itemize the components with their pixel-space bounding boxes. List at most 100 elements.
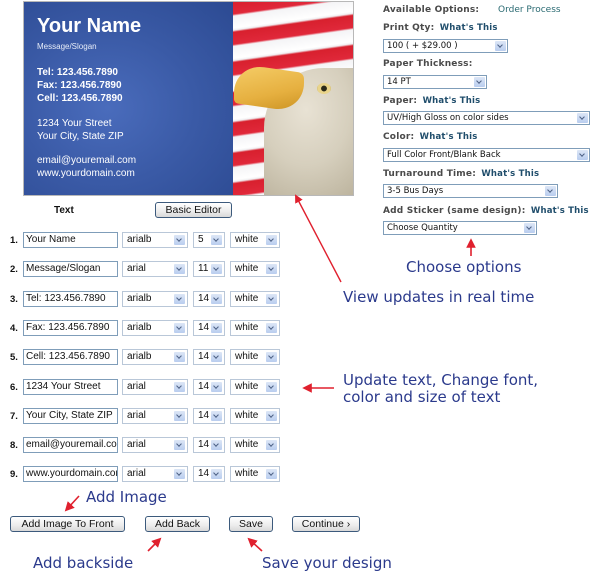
chevron-down-icon <box>266 440 277 450</box>
chevron-down-icon <box>211 294 222 304</box>
size-select[interactable]: 14 <box>193 320 225 336</box>
size-select[interactable]: 14 <box>193 379 225 395</box>
arrow-view-updates <box>295 194 342 283</box>
size-select[interactable]: 5 <box>193 232 225 248</box>
font-select[interactable]: arialb <box>122 349 188 365</box>
card-name: Your Name <box>37 15 142 37</box>
order-process-link[interactable]: Order Process <box>498 5 561 15</box>
color-select[interactable]: white <box>230 437 280 453</box>
chevron-down-icon <box>211 411 222 421</box>
row-number: 3. <box>10 294 18 305</box>
sticker-label: Add Sticker (same design): What's This <box>383 206 589 216</box>
arrow-add-image <box>64 495 80 512</box>
size-select[interactable]: 11 <box>193 261 225 277</box>
row-number: 1. <box>10 235 18 246</box>
row-number: 4. <box>10 323 18 334</box>
text-line-input[interactable]: Cell: 123.456.7890 <box>23 349 118 365</box>
font-select[interactable]: arial <box>122 437 188 453</box>
add-back-button[interactable]: Add Back <box>145 516 210 532</box>
turnaround-select[interactable]: 3-5 Bus Days <box>383 184 558 198</box>
font-select[interactable]: arialb <box>122 320 188 336</box>
chevron-down-icon <box>524 223 535 233</box>
size-select[interactable]: 14 <box>193 466 225 482</box>
row-number: 7. <box>10 411 18 422</box>
text-line-input[interactable]: Your City, State ZIP <box>23 408 118 424</box>
size-select[interactable]: 14 <box>193 291 225 307</box>
whats-this-link[interactable]: What's This <box>423 96 481 106</box>
annotation-view-updates: View updates in real time <box>343 288 535 306</box>
chevron-down-icon <box>174 382 185 392</box>
font-select[interactable]: arial <box>122 261 188 277</box>
sticker-select[interactable]: Choose Quantity <box>383 221 537 235</box>
chevron-down-icon <box>174 294 185 304</box>
size-select[interactable]: 14 <box>193 408 225 424</box>
card-slogan: Message/Slogan <box>37 42 97 51</box>
chevron-down-icon <box>577 150 588 160</box>
print-qty-label: Print Qty: What's This <box>383 23 498 33</box>
chevron-down-icon <box>174 440 185 450</box>
available-options-title: Available Options: <box>383 5 480 15</box>
paper-select[interactable]: UV/High Gloss on color sides <box>383 111 590 125</box>
chevron-down-icon <box>211 440 222 450</box>
paper-thickness-select[interactable]: 14 PT <box>383 75 487 89</box>
text-column-header: Text <box>54 205 74 216</box>
chevron-down-icon <box>211 352 222 362</box>
chevron-down-icon <box>211 323 222 333</box>
font-select[interactable]: arial <box>122 466 188 482</box>
card-fax: Fax: 123.456.7890 <box>37 80 122 91</box>
chevron-down-icon <box>266 294 277 304</box>
paper-thickness-label: Paper Thickness: <box>383 59 473 69</box>
whats-this-link[interactable]: What's This <box>481 169 539 179</box>
continue-button[interactable]: Continue › <box>292 516 360 532</box>
text-line-input[interactable]: email@youremail.com <box>23 437 118 453</box>
text-line-input[interactable]: www.yourdomain.com <box>23 466 118 482</box>
card-city: Your City, State ZIP <box>37 131 124 142</box>
basic-editor-button[interactable]: Basic Editor <box>155 202 232 218</box>
text-line-input[interactable]: Your Name <box>23 232 118 248</box>
text-line-input[interactable]: Tel: 123.456.7890 <box>23 291 118 307</box>
chevron-down-icon <box>174 411 185 421</box>
color-select[interactable]: white <box>230 232 280 248</box>
font-select[interactable]: arial <box>122 379 188 395</box>
chevron-down-icon <box>266 264 277 274</box>
whats-this-link[interactable]: What's This <box>420 132 478 142</box>
color-label: Color: What's This <box>383 132 478 142</box>
arrow-save <box>247 537 263 552</box>
color-select[interactable]: white <box>230 261 280 277</box>
card-preview: Your Name Message/Slogan Tel: 123.456.78… <box>23 1 354 196</box>
size-select[interactable]: 14 <box>193 349 225 365</box>
chevron-down-icon <box>266 469 277 479</box>
annotation-add-backside: Add backside <box>33 554 134 572</box>
chevron-down-icon <box>211 264 222 274</box>
whats-this-link[interactable]: What's This <box>440 23 498 33</box>
text-line-input[interactable]: 1234 Your Street <box>23 379 118 395</box>
add-image-to-front-button[interactable]: Add Image To Front <box>10 516 125 532</box>
font-select[interactable]: arialb <box>122 291 188 307</box>
chevron-down-icon <box>266 352 277 362</box>
color-select[interactable]: white <box>230 291 280 307</box>
whats-this-link[interactable]: What's This <box>531 206 589 216</box>
chevron-down-icon <box>495 41 506 51</box>
color-select[interactable]: white <box>230 349 280 365</box>
chevron-down-icon <box>474 77 485 87</box>
chevron-down-icon <box>211 382 222 392</box>
chevron-down-icon <box>266 235 277 245</box>
font-select[interactable]: arial <box>122 408 188 424</box>
save-button[interactable]: Save <box>229 516 273 532</box>
color-select[interactable]: white <box>230 408 280 424</box>
chevron-down-icon <box>174 235 185 245</box>
annotation-update-text-2: color and size of text <box>343 388 501 406</box>
color-select[interactable]: white <box>230 466 280 482</box>
turnaround-label: Turnaround Time: What's This <box>383 169 540 179</box>
color-select[interactable]: white <box>230 320 280 336</box>
card-cell: Cell: 123.456.7890 <box>37 93 123 104</box>
text-line-input[interactable]: Fax: 123.456.7890 <box>23 320 118 336</box>
font-select[interactable]: arialb <box>122 232 188 248</box>
row-number: 6. <box>10 382 18 393</box>
text-line-input[interactable]: Message/Slogan <box>23 261 118 277</box>
color-select[interactable]: Full Color Front/Blank Back <box>383 148 590 162</box>
card-web: www.yourdomain.com <box>37 168 135 179</box>
color-select[interactable]: white <box>230 379 280 395</box>
size-select[interactable]: 14 <box>193 437 225 453</box>
print-qty-select[interactable]: 100 ( + $29.00 ) <box>383 39 508 53</box>
